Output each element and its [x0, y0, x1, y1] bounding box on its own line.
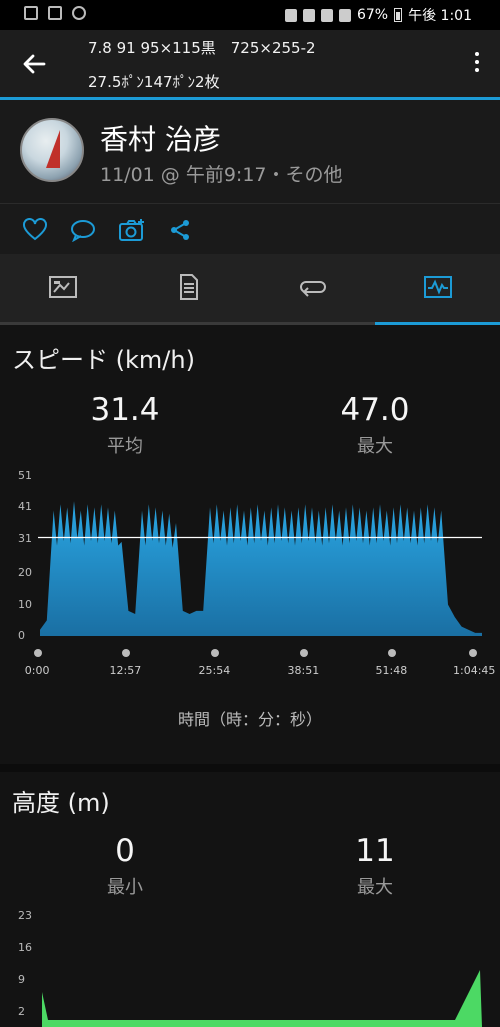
altitude-chart [42, 970, 482, 1027]
laps-loop-icon [300, 281, 326, 297]
clock: 午後 1:01 [408, 8, 472, 24]
speed-max-label: 最大 [357, 436, 393, 457]
activity-title-line2: 27.5ﾎﾟﾝ147ﾎﾟﾝ2枚 [88, 73, 220, 91]
tab-laps[interactable] [250, 254, 375, 324]
altitude-area-series [42, 970, 482, 1027]
tab-overview[interactable] [0, 254, 125, 324]
wifi-icon [320, 8, 333, 22]
activity-title-line1: 7.8 91 95×115黒 725×255-2 [88, 39, 316, 57]
speed-max: 47.0 最大 [285, 392, 465, 458]
speed-average: 31.4 平均 [35, 392, 215, 458]
charts-graph-icon [424, 276, 452, 298]
speed-x-tick-marker [122, 649, 130, 657]
speed-x-tick-marker [211, 649, 219, 657]
battery-icon [394, 8, 403, 22]
image-icon [48, 6, 62, 20]
speed-x-axis-label: 時間（時：分：秒） [177, 710, 322, 729]
speed-x-tick: 0:00 [24, 664, 50, 677]
speed-x-tick: 25:54 [198, 664, 231, 677]
speed-x-tick-marker [388, 649, 396, 657]
back-arrow-icon[interactable] [20, 50, 48, 78]
tab-details[interactable] [125, 254, 250, 324]
action-bar [0, 203, 500, 255]
speed-x-tick: 38:51 [287, 664, 320, 677]
more-menu-icon[interactable] [474, 52, 480, 76]
speed-max-value: 47.0 [340, 392, 410, 428]
signal-icon [338, 8, 351, 22]
speed-area-series [40, 501, 482, 636]
speed-average-value: 31.4 [90, 392, 160, 428]
speed-x-tick-marker [469, 649, 477, 657]
battery-percent: 67% [356, 7, 389, 23]
status-bar: 67% 午後 1:01 [0, 0, 500, 30]
notification-icons [24, 6, 86, 20]
add-photo-camera-icon[interactable] [118, 218, 146, 242]
altitude-max-value: 11 [355, 833, 395, 869]
speed-section-title: スピード (km/h) [12, 346, 195, 374]
tab-bar [0, 254, 500, 324]
altitude-max-label: 最大 [357, 877, 393, 898]
details-list-icon [180, 274, 198, 300]
speed-average-label: 平均 [107, 436, 143, 457]
section-divider [0, 764, 500, 772]
speed-x-tick: 1:04:45 [453, 664, 496, 677]
bluetooth-icon [284, 8, 297, 22]
activity-meta: 11/01 @ 午前9:17・その他 [100, 164, 343, 186]
share-icon[interactable] [168, 218, 194, 242]
altitude-min-value: 0 [115, 833, 135, 869]
alarm-icon [302, 8, 315, 22]
altitude-section-title: 高度 (m) [12, 789, 110, 817]
tab-indicator [375, 322, 500, 325]
avatar[interactable] [20, 118, 84, 182]
speed-x-tick: 51:48 [375, 664, 408, 677]
overview-map-icon [49, 276, 77, 298]
speed-x-tick: 12:57 [109, 664, 142, 677]
mail-icon [24, 6, 38, 20]
speed-chart [38, 501, 482, 636]
user-name: 香村 治彦 [100, 123, 221, 156]
speed-x-tick-marker [34, 649, 42, 657]
tab-indicator-track [0, 322, 500, 325]
app-bar: 7.8 91 95×115黒 725×255-2 27.5ﾎﾟﾝ147ﾎﾟﾝ2枚 [0, 30, 500, 100]
altitude-min: 0 最小 [35, 833, 215, 899]
speed-x-tick-marker [300, 649, 308, 657]
altitude-min-label: 最小 [107, 877, 143, 898]
comment-bubble-icon[interactable] [70, 218, 96, 242]
profile-header: 香村 治彦 11/01 @ 午前9:17・その他 [0, 100, 500, 203]
like-heart-icon[interactable] [22, 218, 48, 242]
sync-icon [72, 6, 86, 20]
tab-charts[interactable] [375, 254, 500, 324]
altitude-max: 11 最大 [285, 833, 465, 899]
